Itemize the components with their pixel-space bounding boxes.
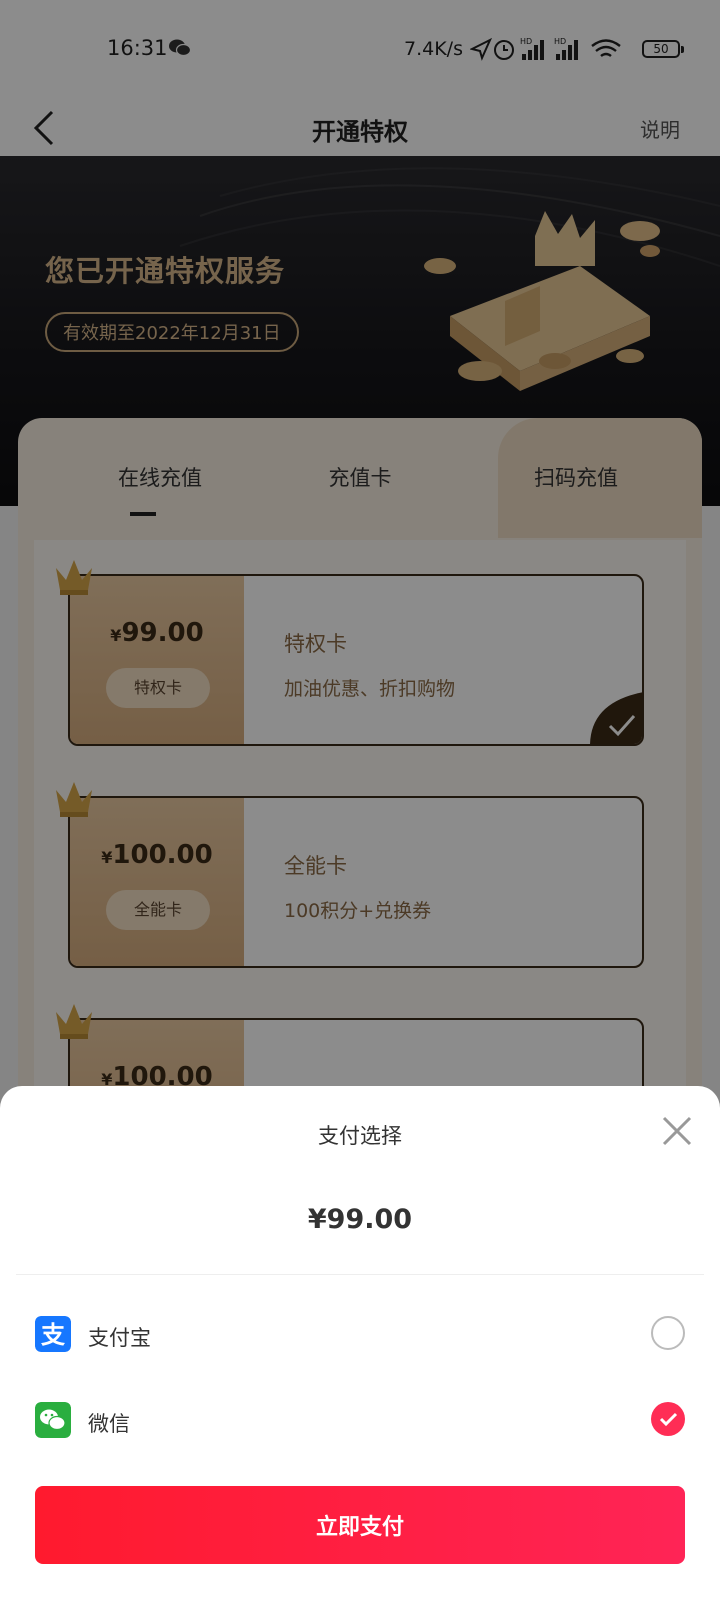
check-icon [659,1412,678,1427]
divider [16,1274,704,1275]
wechat-radio[interactable] [651,1402,685,1436]
alipay-radio[interactable] [651,1316,685,1350]
svg-text:支: 支 [41,1321,66,1349]
payment-sheet: 支付选择 ¥99.00 支 支付宝 微信 立即支付 [0,1086,720,1600]
payment-method-label: 支付宝 [88,1326,151,1350]
payment-method-wechat[interactable]: 微信 [0,1382,720,1462]
sheet-title: 支付选择 [318,1124,402,1148]
payment-method-label: 微信 [88,1412,130,1436]
pay-now-button[interactable]: 立即支付 [35,1486,685,1564]
close-icon[interactable] [660,1114,694,1148]
alipay-icon: 支 [35,1316,71,1352]
payment-method-alipay[interactable]: 支 支付宝 [0,1296,720,1376]
wechat-icon [35,1402,71,1438]
payment-amount: ¥99.00 [307,1204,413,1235]
